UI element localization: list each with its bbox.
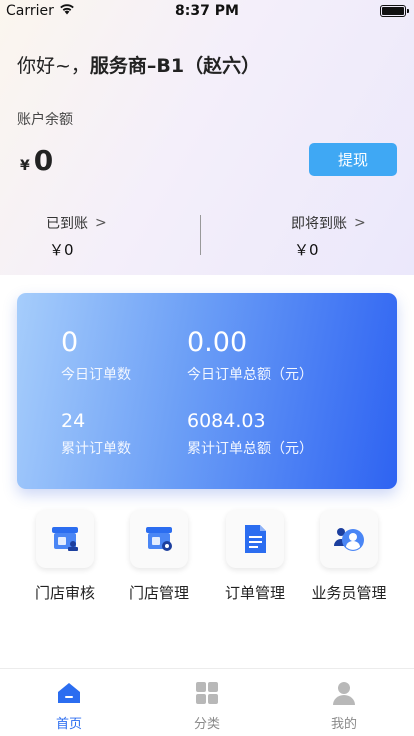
- stat-today-orders: 0 今日订单数: [61, 327, 131, 384]
- chevron-right-icon: >: [95, 215, 107, 231]
- category-grid-icon: [167, 679, 247, 707]
- tab-label: 分类: [193, 717, 220, 732]
- chevron-right-icon: >: [354, 215, 366, 231]
- tab-category[interactable]: 分类: [167, 679, 247, 732]
- withdraw-button[interactable]: 提现: [309, 143, 397, 176]
- settlement-row: 已到账 > ￥0 即将到账 > ￥0: [0, 195, 414, 275]
- stat-value: 6084.03: [187, 410, 266, 432]
- pending-link[interactable]: 即将到账 > ￥0: [291, 213, 366, 260]
- provider-name: 服务商–B1（赵六）: [89, 55, 261, 77]
- balance-amount: ¥ 0: [20, 144, 53, 177]
- stat-today-amount: 0.00 今日订单总额（元）: [187, 327, 313, 384]
- battery-icon: [380, 5, 409, 17]
- stat-label: 今日订单总额（元）: [187, 367, 313, 383]
- stat-label: 累计订单总额（元）: [187, 441, 313, 457]
- pending-amount: ￥0: [294, 241, 319, 259]
- home-icon: [29, 679, 109, 707]
- shortcut-order-manage[interactable]: 订单管理: [207, 510, 303, 603]
- tab-label: 首页: [55, 717, 82, 732]
- shortcut-label: 门店管理: [128, 584, 189, 602]
- stat-total-orders: 24 累计订单数: [61, 410, 131, 458]
- status-time: 8:37 PM: [175, 3, 239, 19]
- arrived-amount: ￥0: [49, 241, 74, 259]
- bottom-tab-bar: 首页 分类 我的: [0, 668, 414, 736]
- salesperson-group-icon: [320, 510, 378, 568]
- store-manage-icon: [130, 510, 188, 568]
- stat-value: 0: [61, 327, 79, 358]
- stat-value: 24: [61, 410, 86, 432]
- shortcut-label: 业务员管理: [311, 584, 387, 602]
- tab-home[interactable]: 首页: [29, 679, 109, 732]
- order-document-icon: [226, 510, 284, 568]
- stat-value: 0.00: [187, 327, 248, 358]
- shortcut-store-review[interactable]: 门店审核: [17, 510, 113, 603]
- stat-total-amount: 6084.03 累计订单总额（元）: [187, 410, 313, 458]
- shortcut-store-manage[interactable]: 门店管理: [111, 510, 207, 603]
- stat-label: 今日订单数: [61, 367, 131, 383]
- shortcut-salesperson-manage[interactable]: 业务员管理: [301, 510, 397, 603]
- status-bar: Carrier 8:37 PM: [0, 0, 414, 24]
- greeting: 你好~， 服务商–B1（赵六）: [17, 51, 260, 78]
- arrived-label: 已到账: [46, 216, 88, 232]
- order-stats-card: 0 今日订单数 0.00 今日订单总额（元） 24 累计订单数 6084.03 …: [17, 293, 397, 489]
- tab-label: 我的: [330, 717, 357, 732]
- pending-label: 即将到账: [291, 216, 347, 232]
- shortcut-label: 门店审核: [34, 584, 95, 602]
- user-profile-icon: [304, 679, 384, 707]
- settlement-divider: [200, 215, 201, 255]
- balance-value: 0: [33, 144, 54, 177]
- greeting-prefix: 你好~，: [17, 55, 90, 77]
- balance-label: 账户余额: [17, 112, 73, 128]
- tab-profile[interactable]: 我的: [304, 679, 384, 732]
- currency-symbol: ¥: [20, 158, 30, 174]
- arrived-link[interactable]: 已到账 > ￥0: [46, 213, 107, 260]
- store-review-icon: [36, 510, 94, 568]
- shortcut-label: 订单管理: [224, 584, 285, 602]
- stat-label: 累计订单数: [61, 441, 131, 457]
